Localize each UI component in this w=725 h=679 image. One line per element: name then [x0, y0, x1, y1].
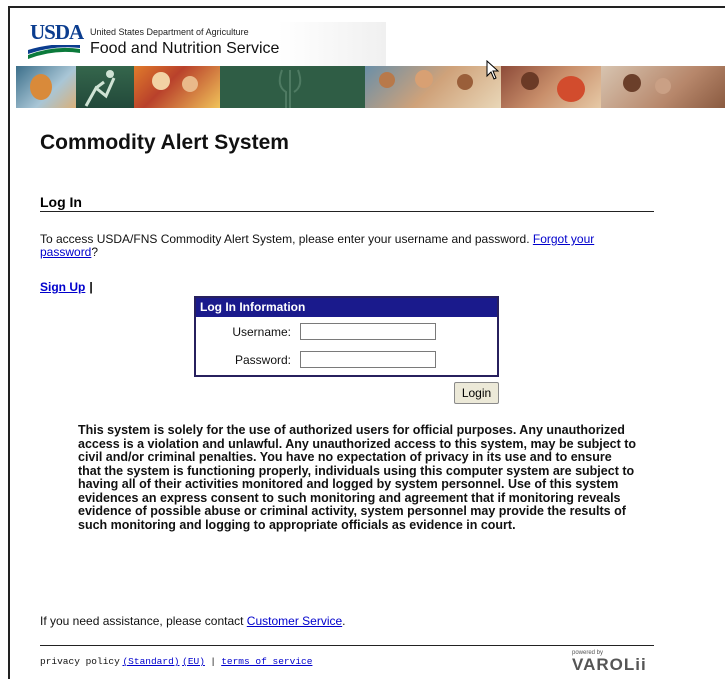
- footer-divider: [40, 645, 654, 646]
- privacy-eu-link[interactable]: (EU): [182, 656, 205, 667]
- customer-service-link[interactable]: Customer Service: [247, 614, 342, 628]
- mouse-cursor-icon: [486, 60, 500, 80]
- password-row: Password:: [196, 349, 497, 371]
- login-box: Log In Information Username: Password:: [194, 296, 499, 377]
- usda-mark: USDA: [28, 20, 86, 62]
- banner-photo-mother-child: [601, 66, 725, 108]
- assistance-label: If you need assistance, please contact: [40, 614, 247, 628]
- section-divider: [40, 211, 654, 212]
- banner-photo-exercise: [76, 66, 134, 108]
- footer: privacy policy (Standard) (EU) | terms o…: [40, 656, 312, 667]
- signup-row: Sign Up |: [40, 280, 93, 294]
- banner-photo-green: [220, 66, 365, 108]
- login-box-heading: Log In Information: [196, 298, 497, 317]
- signup-separator: |: [89, 280, 93, 294]
- assistance-end: .: [342, 614, 346, 628]
- password-label: Password:: [234, 353, 291, 367]
- privacy-policy-label: privacy policy: [40, 656, 120, 667]
- section-title: Log In: [40, 194, 82, 210]
- agency-parent-name: United States Department of Agriculture: [90, 27, 249, 37]
- page-title: Commodity Alert System: [40, 131, 289, 154]
- agency-name: Food and Nutrition Service: [90, 40, 280, 57]
- intro-end: ?: [91, 245, 99, 259]
- privacy-standard-link[interactable]: (Standard): [122, 656, 179, 667]
- intro-text: To access USDA/FNS Commodity Alert Syste…: [40, 233, 640, 259]
- username-row: Username:: [196, 321, 497, 343]
- usda-swoosh-icon: [28, 45, 80, 59]
- terms-of-service-link[interactable]: terms of service: [221, 656, 312, 667]
- usda-logo[interactable]: USDA United States Department of Agricul…: [26, 20, 386, 66]
- intro-label: To access USDA/FNS Commodity Alert Syste…: [40, 232, 533, 246]
- banner-photo-children: [16, 66, 76, 108]
- varolii-logo[interactable]: VAROLii: [572, 655, 647, 675]
- password-input[interactable]: [300, 351, 436, 368]
- banner-photo-shopping: [501, 66, 601, 108]
- banner-photo-family-meal: [365, 66, 501, 108]
- usda-logo-text: USDA: [30, 20, 84, 44]
- site-header: USDA United States Department of Agricul…: [16, 16, 725, 108]
- login-button[interactable]: Login: [454, 382, 499, 404]
- photo-banner: [16, 66, 725, 108]
- assistance-text: If you need assistance, please contact C…: [40, 614, 346, 628]
- username-label: Username:: [232, 325, 291, 339]
- sign-up-link[interactable]: Sign Up: [40, 280, 85, 294]
- footer-separator: |: [210, 656, 216, 667]
- banner-photo-kids: [134, 66, 220, 108]
- username-input[interactable]: [300, 323, 436, 340]
- security-notice: This system is solely for the use of aut…: [78, 423, 637, 532]
